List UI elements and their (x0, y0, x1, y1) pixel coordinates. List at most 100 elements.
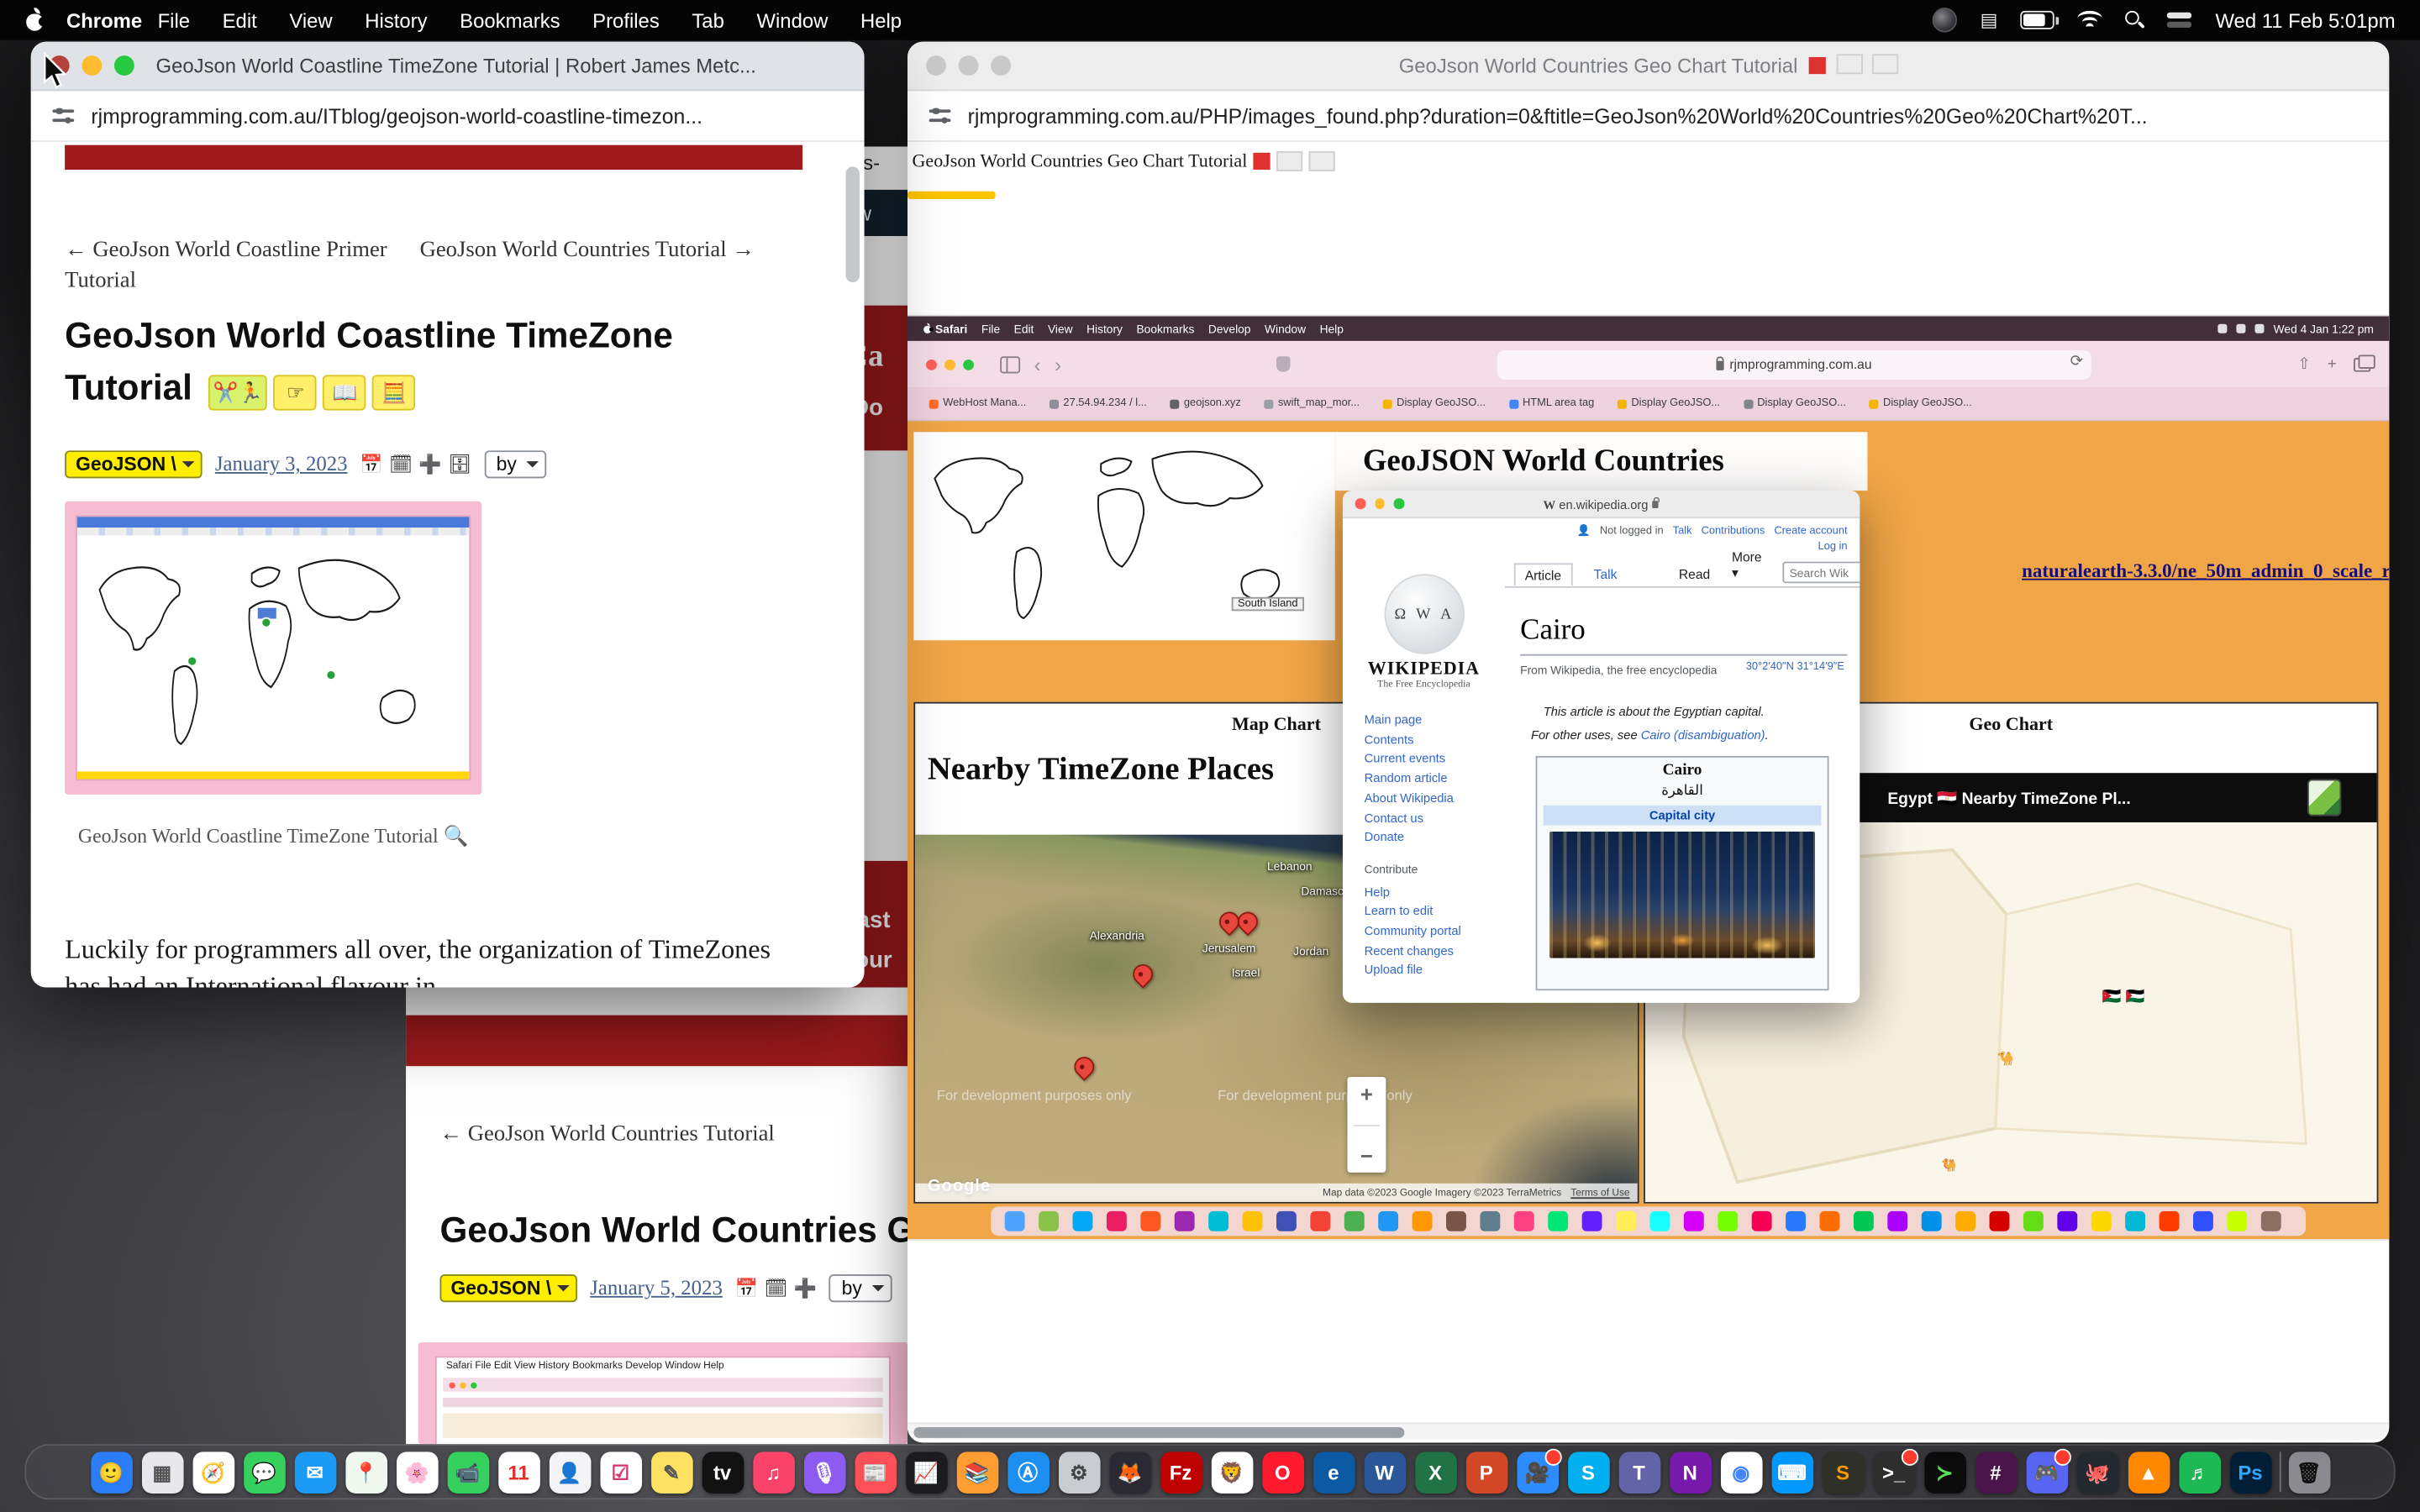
menu-item[interactable]: Window (756, 8, 828, 32)
filezilla[interactable]: Fz (1160, 1451, 1202, 1493)
chrome[interactable]: ◉ (1720, 1451, 1762, 1493)
spotlight-icon[interactable] (2126, 11, 2144, 29)
menu-item[interactable]: Tab (692, 8, 724, 32)
menu-item[interactable]: Edit (223, 8, 257, 32)
reminders[interactable]: ☑ (600, 1451, 642, 1493)
app-store[interactable]: Ⓐ (1007, 1451, 1049, 1493)
discord[interactable]: 🎮 (2026, 1451, 2068, 1493)
tv[interactable]: tv (702, 1451, 744, 1493)
slack[interactable]: # (1975, 1451, 2017, 1493)
post-date-link[interactable]: January 5, 2023 (590, 1276, 723, 1300)
url-text[interactable]: rjmprogramming.com.au/PHP/images_found.p… (968, 104, 2148, 128)
sidebar-link[interactable]: Community portal (1365, 922, 1461, 942)
sidebar-link[interactable]: Contact us (1365, 809, 1461, 828)
facetime[interactable]: 📹 (447, 1451, 489, 1493)
onenote[interactable]: N (1669, 1451, 1711, 1493)
menu-clock[interactable]: Wed 11 Feb 5:01pm (2215, 8, 2395, 32)
map-pin[interactable] (1070, 1053, 1098, 1081)
menu-item[interactable]: Bookmarks (460, 8, 560, 32)
vertical-scrollbar-thumb[interactable] (846, 166, 860, 282)
sidebar-link[interactable]: Random article (1365, 770, 1461, 790)
sidebar-link[interactable]: Main page (1365, 711, 1461, 731)
meta-icon[interactable]: 📅 (735, 1278, 758, 1299)
tune-icon[interactable] (52, 107, 74, 125)
minimize-button[interactable] (82, 55, 102, 76)
firefox[interactable]: 🦊 (1109, 1451, 1151, 1493)
brave[interactable]: 🦁 (1211, 1451, 1253, 1493)
tab-talk[interactable]: Talk (1594, 566, 1618, 581)
menu-item[interactable]: File (158, 8, 190, 32)
contributions-link[interactable]: Contributions (1702, 525, 1765, 536)
tab-article[interactable]: Article (1514, 563, 1572, 586)
post-emoji-button[interactable]: ✂️🏃 (208, 375, 267, 411)
sidebar-link[interactable]: Contents (1365, 731, 1461, 750)
excel[interactable]: X (1414, 1451, 1456, 1493)
wikipedia-titlebar[interactable]: W en.wikipedia.org (1343, 491, 1860, 518)
post-figure[interactable]: Safari File Edit View History Bookmarks … (418, 1342, 908, 1444)
prev-post-link[interactable]: ← GeoJson World Coastline Primer Tutoria… (65, 234, 412, 296)
map-pin[interactable] (1128, 960, 1157, 989)
messages[interactable]: 💬 (243, 1451, 285, 1493)
map-pin[interactable] (1234, 908, 1262, 937)
trash-icon[interactable]: 🗑 (2288, 1451, 2330, 1493)
calendar[interactable]: 11 (497, 1451, 539, 1493)
launchpad[interactable]: ▦ (141, 1451, 183, 1493)
skype[interactable]: S (1567, 1451, 1609, 1493)
books[interactable]: 📚 (956, 1451, 998, 1493)
notes[interactable]: ✎ (650, 1451, 692, 1493)
system-settings[interactable]: ⚙ (1058, 1451, 1100, 1493)
siri-icon[interactable] (1933, 8, 1957, 32)
menu-app-name[interactable]: Chrome (66, 8, 142, 32)
create-account-link[interactable]: Create account (1774, 525, 1847, 536)
sidebar-link[interactable]: Donate (1365, 829, 1461, 848)
edge[interactable]: e (1313, 1451, 1355, 1493)
stocks[interactable]: 📈 (905, 1451, 947, 1493)
mail[interactable]: ✉ (294, 1451, 336, 1493)
battery-icon[interactable] (2021, 11, 2054, 29)
wikipedia-wordmark[interactable]: WIKIPEDIA (1343, 657, 1505, 680)
post-emoji-button[interactable]: 📖 (324, 375, 366, 411)
music[interactable]: ♫ (752, 1451, 794, 1493)
meta-icon[interactable]: 🗓 (764, 1278, 787, 1299)
wifi-icon[interactable] (2078, 11, 2102, 29)
vscode[interactable]: ⌨ (1771, 1451, 1813, 1493)
menu-item[interactable]: View (289, 8, 332, 32)
spotify[interactable]: ♬ (2179, 1451, 2221, 1493)
coordinates-link[interactable]: 30°2′40″N 31°14′9″E (1746, 662, 1844, 673)
podcasts[interactable]: 🎙 (803, 1451, 845, 1493)
tune-icon[interactable] (929, 107, 951, 125)
sidebar-link[interactable]: Recent changes (1365, 942, 1461, 962)
teams[interactable]: T (1618, 1451, 1660, 1493)
apple-menu-icon[interactable] (24, 8, 45, 32)
next-post-link[interactable]: GeoJson World Countries Tutorial → (420, 234, 755, 265)
safari[interactable]: 🧭 (192, 1451, 234, 1493)
meta-icon[interactable]: ➕ (418, 454, 441, 475)
infobox-type[interactable]: Capital city (1544, 806, 1822, 826)
vlc[interactable]: ▲ (2128, 1451, 2170, 1493)
author-select[interactable]: by (829, 1274, 892, 1302)
cairo-night-photo[interactable] (1549, 832, 1815, 958)
sidebar-link[interactable]: Upload file (1365, 962, 1461, 981)
meta-icon[interactable]: 🗄 (448, 454, 471, 475)
zoom-button[interactable] (114, 55, 134, 76)
sidebar-link[interactable]: Help (1365, 884, 1461, 903)
window-titlebar[interactable]: GeoJson World Countries Geo Chart Tutori… (908, 42, 2389, 92)
opera[interactable]: O (1262, 1451, 1304, 1493)
sidebar-link[interactable]: About Wikipedia (1365, 790, 1461, 809)
meta-icon[interactable]: 🗓 (389, 454, 413, 475)
author-select[interactable]: by (484, 450, 546, 478)
post-figure[interactable] (65, 501, 481, 795)
menu-item[interactable]: History (365, 8, 427, 32)
wiki-search-input[interactable] (1783, 562, 1860, 584)
iterm[interactable]: ≻ (1923, 1451, 1965, 1493)
address-bar[interactable]: rjmprogramming.com.au/PHP/images_found.p… (908, 91, 2389, 142)
display-icon[interactable]: ▤ (1981, 9, 1998, 31)
horizontal-scrollbar[interactable] (908, 1422, 2389, 1439)
terms-link[interactable]: Terms of Use (1570, 1187, 1629, 1198)
post-emoji-button[interactable]: 🧮 (372, 375, 415, 411)
category-select[interactable]: GeoJSON \ (65, 450, 203, 478)
zoom-in-button[interactable]: + (1360, 1082, 1373, 1106)
word[interactable]: W (1364, 1451, 1406, 1493)
sublime[interactable]: S (1822, 1451, 1864, 1493)
url-text[interactable]: rjmprogramming.com.au/ITblog/geojson-wor… (91, 104, 702, 128)
